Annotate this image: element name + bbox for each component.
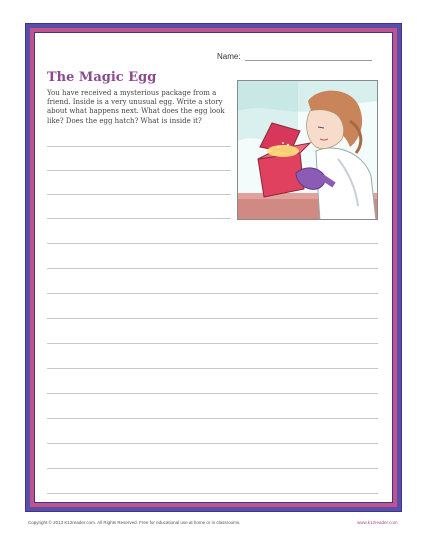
writing-line[interactable] [47, 418, 378, 419]
girl-opening-box-illustration [237, 80, 378, 220]
writing-line[interactable] [47, 218, 231, 219]
writing-line[interactable] [47, 194, 231, 195]
name-label: Name: [217, 52, 241, 61]
name-field[interactable] [245, 60, 372, 61]
worksheet-title: The Magic Egg [47, 70, 157, 85]
writing-line[interactable] [47, 393, 378, 394]
writing-line[interactable] [47, 268, 378, 269]
copyright-notice: Copyright © 2013 K12reader.com. All Righ… [28, 520, 241, 525]
writing-line[interactable] [47, 293, 378, 294]
writing-line[interactable] [47, 170, 231, 171]
writing-line[interactable] [47, 343, 378, 344]
writing-line[interactable] [47, 493, 378, 494]
illustration-graphic [238, 81, 377, 219]
story-prompt: You have received a mysterious package f… [47, 89, 225, 125]
writing-line[interactable] [47, 318, 378, 319]
writing-line[interactable] [47, 243, 378, 244]
writing-line[interactable] [47, 443, 378, 444]
writing-line[interactable] [47, 368, 378, 369]
site-link[interactable]: www.k12reader.com [357, 520, 398, 525]
writing-line[interactable] [47, 468, 378, 469]
writing-line[interactable] [47, 146, 231, 147]
